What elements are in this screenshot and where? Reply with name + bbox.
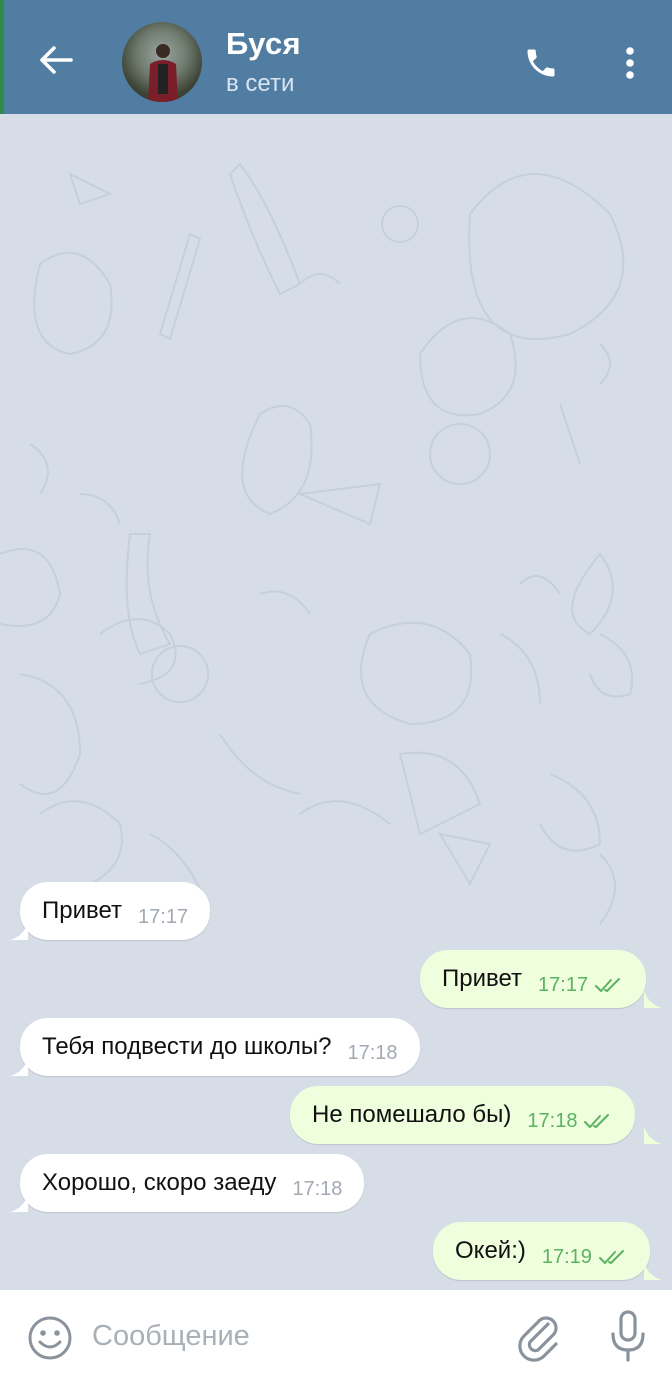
bubble-tail [10, 1058, 28, 1076]
message-outgoing[interactable]: Окей:) 17:19 [433, 1222, 650, 1280]
bubble-tail [10, 922, 28, 940]
smile-icon [28, 1316, 72, 1360]
message-incoming[interactable]: Тебя подвести до школы? 17:18 [20, 1018, 420, 1076]
message-text: Окей:) [455, 1237, 526, 1264]
message-input[interactable] [92, 1310, 492, 1362]
bubble-tail [644, 1262, 662, 1280]
message-time: 17:17 [538, 973, 589, 996]
bubble-tail [644, 1126, 662, 1144]
message-time: 17:18 [347, 1041, 398, 1064]
message-time: 17:17 [138, 905, 189, 928]
chat-header: Буся в сети [0, 0, 672, 114]
paperclip-icon [518, 1316, 558, 1362]
message-text: Хорошо, скоро заеду [42, 1169, 277, 1196]
message-time: 17:18 [527, 1109, 578, 1132]
read-checkmarks-icon [594, 977, 624, 993]
contact-name[interactable]: Буся [226, 26, 301, 62]
message-text: Привет [42, 897, 123, 924]
back-button[interactable] [28, 32, 84, 88]
message-time: 17:19 [541, 1245, 592, 1268]
phone-icon [527, 49, 555, 77]
read-checkmarks-icon [583, 1113, 613, 1129]
voice-message-button[interactable] [604, 1308, 652, 1364]
call-button[interactable] [516, 38, 566, 88]
more-vertical-icon [626, 47, 634, 79]
message-text: Тебя подвести до школы? [42, 1033, 332, 1060]
message-incoming[interactable]: Хорошо, скоро заеду 17:18 [20, 1154, 365, 1212]
message-text: Не помешало бы) [312, 1101, 512, 1128]
message-outgoing[interactable]: Не помешало бы) 17:18 [290, 1086, 636, 1144]
message-time: 17:18 [292, 1177, 343, 1200]
microphone-icon [611, 1310, 645, 1362]
message-text: Привет [442, 965, 523, 992]
message-composer [0, 1290, 672, 1380]
arrow-left-icon [40, 46, 73, 74]
message-incoming[interactable]: Привет 17:17 [20, 882, 211, 940]
bubble-tail [10, 1194, 28, 1212]
avatar[interactable] [122, 22, 202, 102]
message-outgoing[interactable]: Привет 17:17 [420, 950, 647, 1008]
more-options-button[interactable] [608, 38, 652, 88]
attach-button[interactable] [514, 1310, 562, 1362]
emoji-button[interactable] [26, 1314, 74, 1362]
avatar-photo [148, 44, 178, 102]
contact-status: в сети [226, 70, 295, 97]
read-checkmarks-icon [598, 1249, 628, 1265]
bubble-tail [644, 990, 662, 1008]
